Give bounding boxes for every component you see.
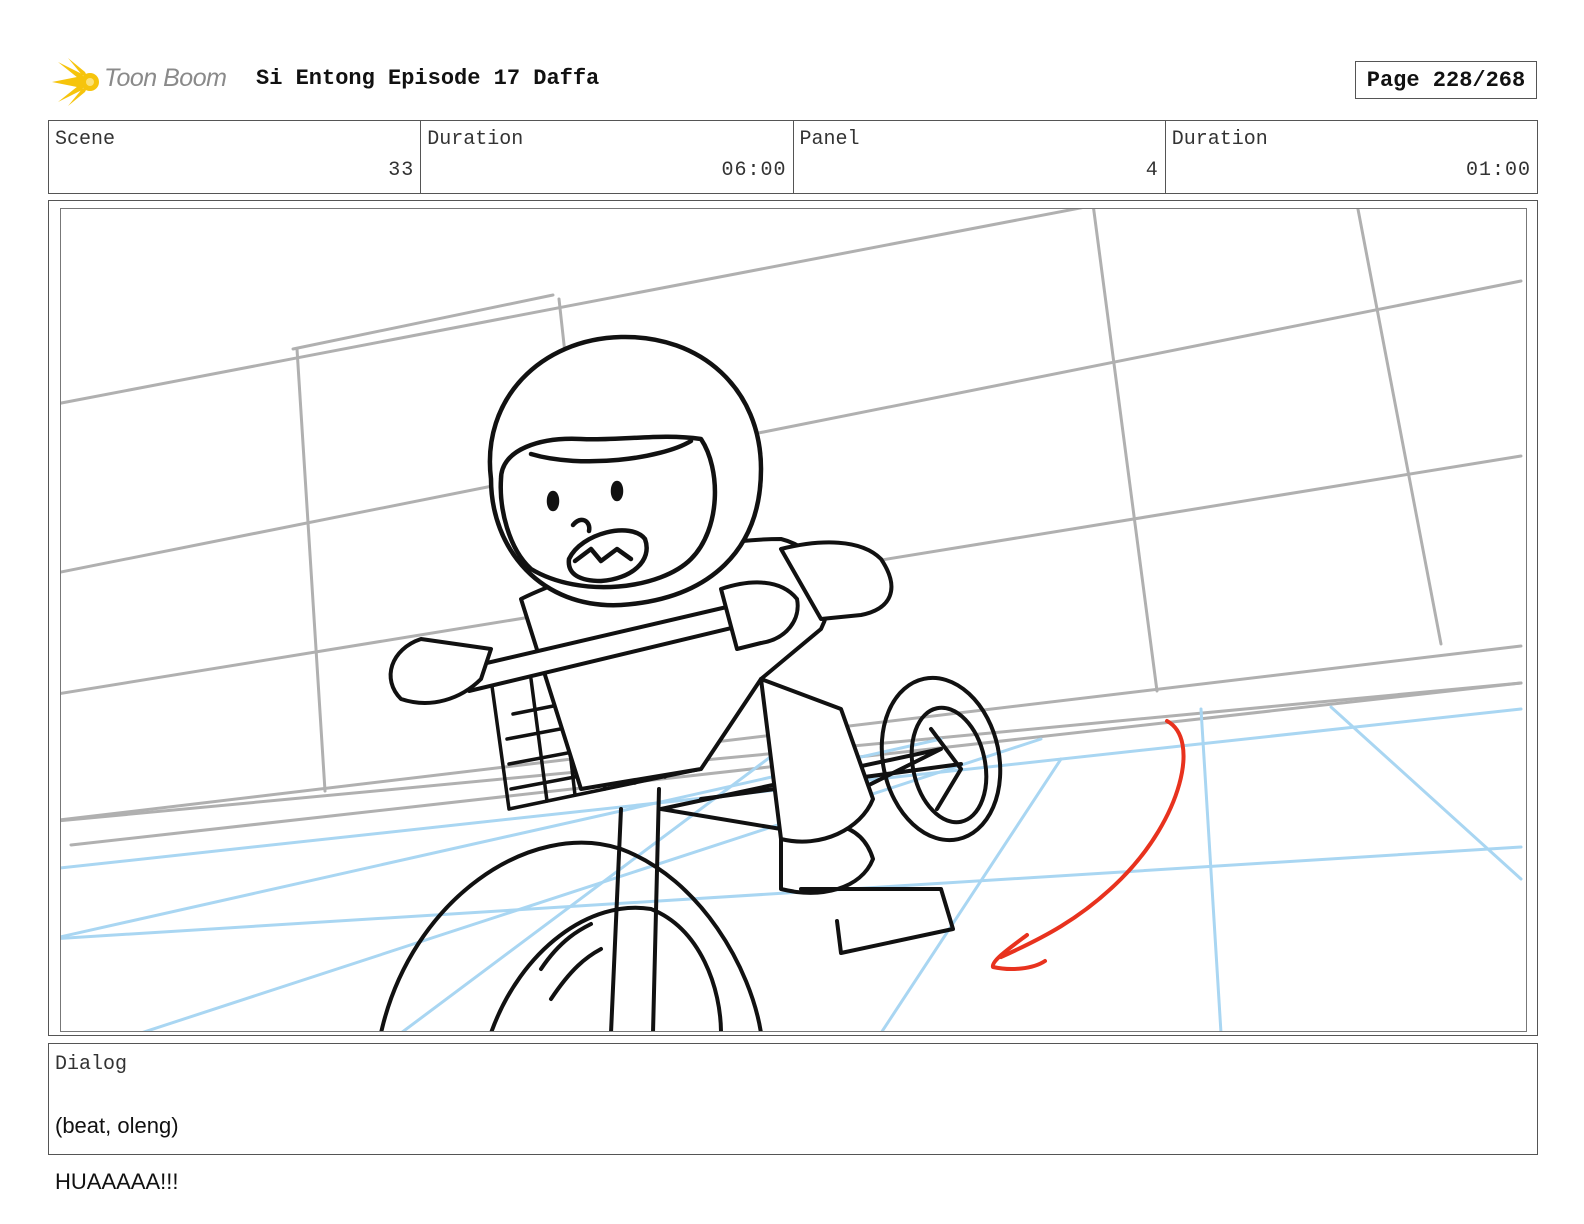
dialog-line: HUAAAAA!!! [55,1169,179,1194]
scene-duration-cell: Duration 06:00 [421,121,794,193]
dialog-text: (beat, oleng) HUAAAAA!!! [55,1084,179,1224]
panel-duration-value: 01:00 [1465,159,1531,182]
scene-value: 33 [388,159,415,182]
scene-duration-value: 06:00 [721,159,787,182]
dialog-line: (beat, oleng) [55,1113,179,1138]
panel-label: Panel [799,128,860,151]
scene-cell: Scene 33 [49,121,422,193]
document-title: Si Entong Episode 17 Daffa [256,66,600,91]
storyboard-sketch-icon [61,209,1523,1031]
page-indicator-text: Page 228/268 [1366,67,1526,93]
panel-value: 4 [1145,159,1159,182]
panel-cell: Panel 4 [794,121,1166,193]
dialog-label: Dialog [55,1053,128,1076]
logo-wordmark: Toon Boom [104,64,227,92]
panel-duration-cell: Duration 01:00 [1166,121,1537,193]
dialog-box: Dialog (beat, oleng) HUAAAAA!!! [48,1043,1538,1194]
scene-duration-label: Duration [427,128,524,151]
panel-info-row: Scene 33 Duration 06:00 Panel 4 Duration… [48,120,1538,194]
panel-duration-label: Duration [1171,128,1268,151]
storyboard-panel-image [60,208,1527,1032]
scene-label: Scene [55,128,116,151]
page-indicator: Page 228/268 [1355,61,1537,99]
